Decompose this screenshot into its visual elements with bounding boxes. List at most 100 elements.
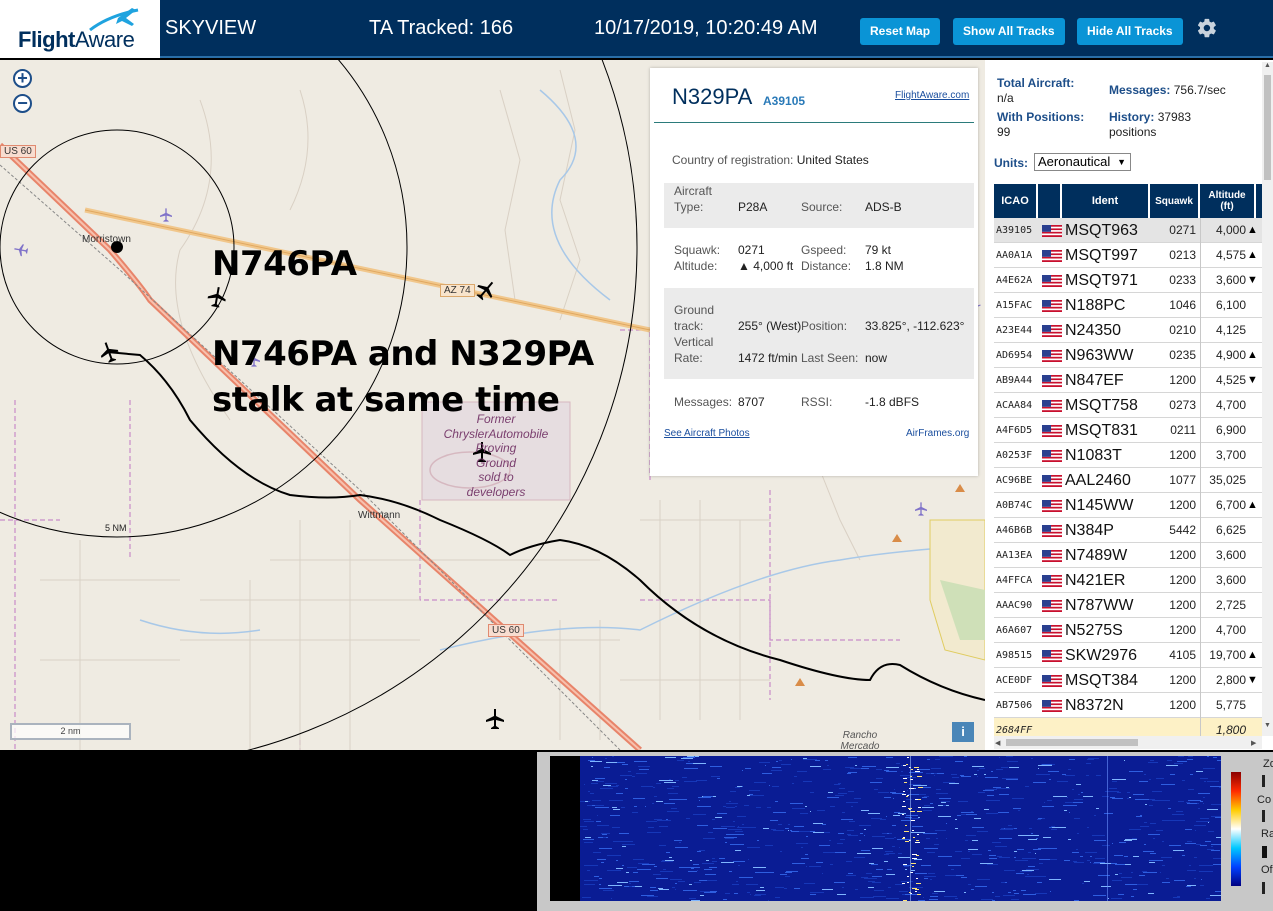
table-row[interactable]: AA13EA N7489W 1200 3,600 [994,543,1262,568]
scroll-down-icon[interactable]: ▼ [1264,722,1271,729]
aircraft-icon[interactable] [97,340,121,364]
gear-icon[interactable] [1196,17,1218,39]
col-squawk[interactable]: Squawk [1150,184,1200,218]
col-altitude[interactable]: Altitude (ft) [1200,184,1256,218]
table-row[interactable]: A6A607 N5275S 1200 4,700 [994,618,1262,643]
table-row[interactable]: A4F6D5 MSQT831 0211 6,900 [994,418,1262,443]
row-ident: N787WW [1065,597,1134,614]
table-row[interactable]: 2684FF 1,800 [994,718,1262,736]
col-ident[interactable]: Ident [1062,184,1150,218]
table-row[interactable]: A46B6B N384P 5442 6,625 [994,518,1262,543]
type-value: P28A [738,200,768,214]
row-squawk: 1200 [1169,573,1196,587]
row-altitude: 3,600 [1215,548,1246,562]
aircraft-icon[interactable] [474,278,498,302]
table-row[interactable]: AC96BE AAL2460 1077 35,025 [994,468,1262,493]
tracked-count: TA Tracked: 166 [369,17,514,39]
type-label: Type: [674,200,704,214]
chevron-down-icon: ▼ [1117,157,1126,167]
row-squawk: 0271 [1169,223,1196,237]
horizontal-scroll-thumb[interactable] [1006,739,1138,746]
row-icao: A0253F [996,450,1033,461]
row-squawk: 0210 [1169,323,1196,337]
table-row[interactable]: AAAC90 N787WW 1200 2,725 [994,593,1262,618]
rssi-label: RSSI: [801,395,833,409]
row-ident: MSQT758 [1065,397,1138,414]
zoom-slider[interactable] [1262,775,1265,787]
scroll-up-icon[interactable]: ▲ [1264,62,1271,69]
table-row[interactable]: A4FFCA N421ER 1200 3,600 [994,568,1262,593]
altitude-trend-icon: ▲ [1247,224,1258,236]
flightaware-logo[interactable]: FlightAware [0,0,160,58]
col-icao[interactable]: ICAO [994,184,1038,218]
row-altitude: 1,800 [1215,723,1246,736]
hide-all-tracks-button[interactable]: Hide All Tracks [1077,18,1183,45]
aircraft-icon-small[interactable] [13,242,29,258]
last-seen-label: Last Seen: [801,351,859,365]
row-squawk: 0235 [1169,348,1196,362]
table-row[interactable]: AB7506 N8372N 1200 5,775 [994,693,1262,718]
flightaware-link[interactable]: FlightAware.com [895,90,969,101]
zoom-in-button[interactable]: + [13,68,32,88]
show-all-tracks-button[interactable]: Show All Tracks [953,18,1065,45]
table-row[interactable]: A0253F N1083T 1200 3,700 [994,443,1262,468]
us-flag-icon [1042,550,1062,562]
ground-track-value: 255° (West) [738,319,802,333]
table-row[interactable]: AD6954 N963WW 0235 4,900 ▲ [994,343,1262,368]
row-squawk: 1200 [1169,623,1196,637]
app-name: SKYVIEW [165,17,257,39]
row-icao: A23E44 [996,325,1033,336]
col-flag[interactable] [1038,184,1062,218]
table-row[interactable]: A0B74C N145WW 1200 6,700 ▲ [994,493,1262,518]
highway-shield-us60: US 60 [488,624,524,637]
altitude-trend-icon: ▼ [1247,674,1258,686]
row-icao: ACAA84 [996,400,1033,411]
row-ident: SKW2976 [1065,647,1138,664]
row-altitude: 19,700 [1209,648,1246,662]
aircraft-icon[interactable] [483,707,507,731]
contrast-slider[interactable] [1262,810,1265,822]
track-box [664,288,974,379]
table-row[interactable]: AB9A44 N847EF 1200 4,525 ▼ [994,368,1262,393]
aircraft-icon-small[interactable] [158,207,174,223]
row-icao: A98515 [996,650,1033,661]
range-slider[interactable] [1262,846,1267,858]
airframes-link[interactable]: AirFrames.org [906,428,969,439]
zoom-out-button[interactable]: − [13,93,32,113]
scroll-left-icon[interactable]: ◀ [995,739,1000,747]
units-select[interactable]: Aeronautical ▼ [1034,153,1131,171]
altitude-trend-icon: ▲ [1247,649,1258,661]
skyview-app: FlightAware SKYVIEW TA Tracked: 166 10/1… [0,0,1273,911]
table-row[interactable]: ACAA84 MSQT758 0273 4,700 [994,393,1262,418]
us-flag-icon [1042,225,1062,237]
table-row[interactable]: A39105 MSQT963 0271 4,000 ▲ [994,218,1262,243]
row-icao: A0B74C [996,500,1033,511]
row-icao: AC96BE [996,475,1033,486]
row-icao: A4E62A [996,275,1033,286]
scroll-right-icon[interactable]: ▶ [1251,739,1256,747]
sdr-offset-label: Of [1261,864,1273,876]
altitude-trend-icon [1247,443,1261,468]
spectrum-waterfall [580,756,1221,901]
table-row[interactable]: A98515 SKW2976 4105 19,700 ▲ [994,643,1262,668]
aircraft-icon-small[interactable] [913,501,929,517]
offset-slider[interactable] [1262,882,1265,894]
row-altitude: 6,900 [1215,423,1246,437]
table-row[interactable]: ACE0DF MSQT384 1200 2,800 ▼ [994,668,1262,693]
table-row[interactable]: A4E62A MSQT971 0233 3,600 ▼ [994,268,1262,293]
table-row[interactable]: A15FAC N188PC 1046 6,100 [994,293,1262,318]
table-row[interactable]: AA0A1A MSQT997 0213 4,575 ▲ [994,243,1262,268]
aircraft-photos-link[interactable]: See Aircraft Photos [664,428,750,439]
aircraft-icon[interactable] [205,285,229,309]
row-squawk: 1200 [1169,598,1196,612]
country-row: Country of registration: United States [672,153,869,167]
place-label-wittmann: Wittmann [358,510,401,521]
vertical-scroll-thumb[interactable] [1264,75,1271,180]
row-ident: N963WW [1065,347,1134,364]
reset-map-button[interactable]: Reset Map [860,18,941,45]
map-info-button[interactable]: i [952,722,974,742]
us-flag-icon [1042,350,1062,362]
waterfall-margin [550,756,580,901]
row-altitude: 4,575 [1215,248,1246,262]
table-row[interactable]: A23E44 N24350 0210 4,125 [994,318,1262,343]
